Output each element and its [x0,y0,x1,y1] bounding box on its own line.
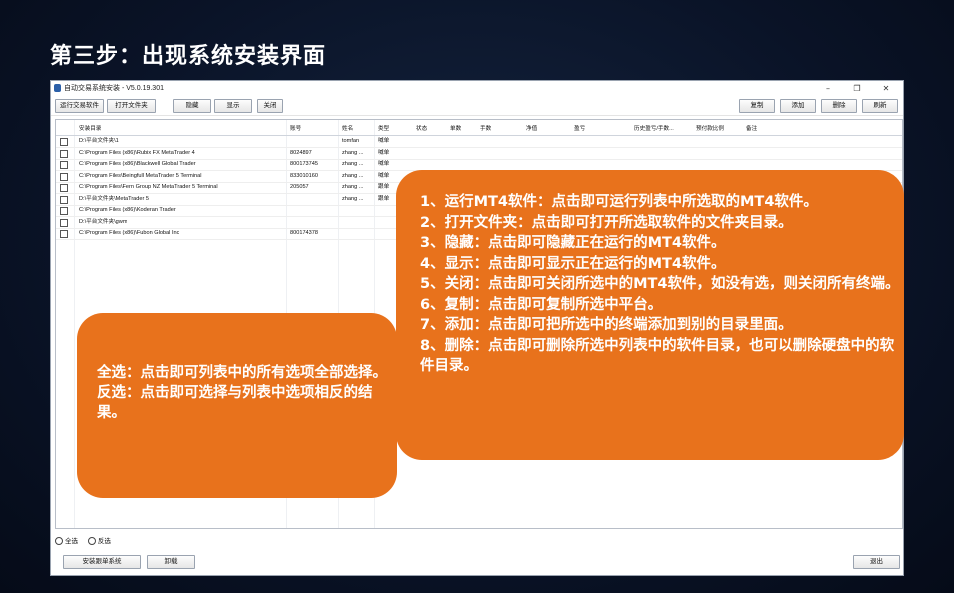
table-row[interactable]: C:\Program Files (x86)\Rubix FX MetaTrad… [56,148,902,160]
callout-line: 8、删除：点击即可删除所选中列表中的软件目录，也可以删除硬盘中的软件目录。 [420,337,895,375]
open-folder-button[interactable]: 打开文件夹 [107,99,156,113]
row-checkbox[interactable] [60,207,68,215]
callout-line: 全选：点击即可列表中的所有选项全部选择。 [97,365,387,381]
row-checkbox[interactable] [60,172,68,181]
install-dir: C:\Program Files (x86)\Rubix FX MetaTrad… [79,149,195,156]
delete-button[interactable]: 删除 [821,99,857,113]
column-header[interactable]: 类型 [378,124,389,135]
close-icon[interactable]: ✕ [875,81,897,96]
invert-label: 反选 [97,538,111,545]
minimize-icon[interactable]: – [817,81,839,96]
select-all-label: 全选 [65,538,78,545]
column-header[interactable]: 账号 [290,124,301,135]
column-header[interactable]: 历史盈亏/手数... [634,124,674,135]
table-row[interactable]: D:\平台文件夹\1 tomfan 喊单 [56,136,902,148]
refresh-button[interactable]: 刷新 [862,99,898,113]
type: 跟单 [378,195,390,202]
row-checkbox[interactable] [60,184,68,192]
account: 8024897 [290,149,312,156]
copy-button[interactable]: 复制 [739,99,775,113]
row-checkbox[interactable] [60,138,68,146]
install-dir: C:\Program Files (x86)\Koderan Trader [79,207,176,213]
install-copy-system-button[interactable]: 安装跟单系统 [63,555,141,569]
invert-radio[interactable]: 反选 [87,537,111,546]
column-header[interactable]: 手数 [480,124,491,135]
column-header[interactable]: 预付款比例 [696,124,724,135]
slide-title: 第三步：出现系统安装界面 [50,44,327,69]
title-bar: 自动交易系统安装 - V5.0.19.301 – ❐ ✕ [51,81,903,96]
run-trading-software-button[interactable]: 运行交易软件 [55,99,104,113]
select-all-radio[interactable]: 全选 [55,537,78,546]
type: 喊单 [378,172,390,179]
callout-selection-help: 全选：点击即可列表中的所有选项全部选择。 反选：点击即可选择与列表中选项相反的结… [77,313,397,498]
install-dir: C:\Program Files (x86)\Fubon Global Inc [79,230,180,236]
window-title: 自动交易系统安装 - V5.0.19.301 [64,85,164,92]
callout-line: 2、打开文件夹：点击即可打开所选取软件的文件夹目录。 [420,214,793,231]
install-dir: C:\Program Files\Beingfull MetaTrader 5 … [79,172,202,179]
install-dir: D:\平台文件夹\gwm [79,218,128,225]
install-dir: C:\Program Files\Fern Group NZ MetaTrade… [79,184,218,190]
user-name: zhang ... [342,184,364,190]
column-header[interactable]: 备注 [746,124,757,135]
user-name: zhang ... [342,161,364,167]
close-button[interactable]: 关闭 [257,99,283,113]
uninstall-button[interactable]: 卸载 [147,555,195,569]
account: 800174378 [290,230,318,236]
type: 喊单 [378,138,390,144]
user-name: zhang ... [342,195,364,202]
type: 喊单 [378,149,390,156]
user-name: zhang ... [342,149,364,156]
app-icon [54,84,61,92]
column-header[interactable]: 净值 [526,124,537,135]
toolbar: 运行交易软件 打开文件夹 隐藏 显示 关闭 复制 添加 删除 刷新 [51,96,903,116]
selection-options: 全选 反选 [55,535,111,546]
column-header[interactable]: 安装目录 [79,124,101,135]
column-header[interactable]: 状态 [416,124,427,135]
install-dir: C:\Program Files (x86)\Blackwell Global … [79,161,196,167]
row-checkbox[interactable] [60,161,68,169]
row-checkbox[interactable] [60,195,68,204]
callout-line: 5、关闭：点击即可关闭所选中的MT4软件，如没有选，则关闭所有终端。 [420,276,900,292]
radio-icon [87,537,96,546]
exit-button[interactable]: 退出 [853,555,900,569]
user-name: zhang ... [342,172,364,179]
install-dir: D:\平台文件夹\1 [79,138,119,144]
account: 800173745 [290,161,318,167]
maximize-icon[interactable]: ❐ [846,81,868,96]
callout-line: 反选：点击即可选择与列表中选项相反的结果。 [97,385,373,421]
column-header[interactable]: 单数 [450,124,461,135]
type: 跟单 [378,184,390,190]
add-button[interactable]: 添加 [780,99,816,113]
callout-line: 3、隐藏：点击即可隐藏正在运行的MT4软件。 [420,235,726,251]
callout-toolbar-help: 1、运行MT4软件：点击即可运行列表中所选取的MT4软件。 2、打开文件夹：点击… [396,170,904,460]
show-button[interactable]: 显示 [214,99,252,113]
hide-button[interactable]: 隐藏 [173,99,211,113]
callout-line: 7、添加：点击即可把所选中的终端添加到别的目录里面。 [420,317,793,333]
radio-icon [55,537,63,546]
row-checkbox[interactable] [60,149,68,158]
user-name: tomfan [342,138,360,144]
table-header: 安装目录 账号 姓名 类型 状态 单数 手数 净值 盈亏 历史盈亏/手数... … [56,124,902,136]
account: 205057 [290,184,309,190]
type: 喊单 [378,161,390,167]
row-checkbox[interactable] [60,218,68,227]
install-dir: D:\平台文件夹\MetaTrader 5 [79,195,150,202]
row-checkbox[interactable] [60,230,68,238]
column-header[interactable]: 姓名 [342,124,353,135]
callout-line: 1、运行MT4软件：点击即可运行列表中所选取的MT4软件。 [420,194,818,210]
account: 833010160 [290,172,318,179]
callout-line: 4、显示：点击即可显示正在运行的MT4软件。 [420,255,726,272]
column-header[interactable]: 盈亏 [574,124,585,135]
callout-line: 6、复制：点击即可复制所选中平台。 [420,296,663,313]
